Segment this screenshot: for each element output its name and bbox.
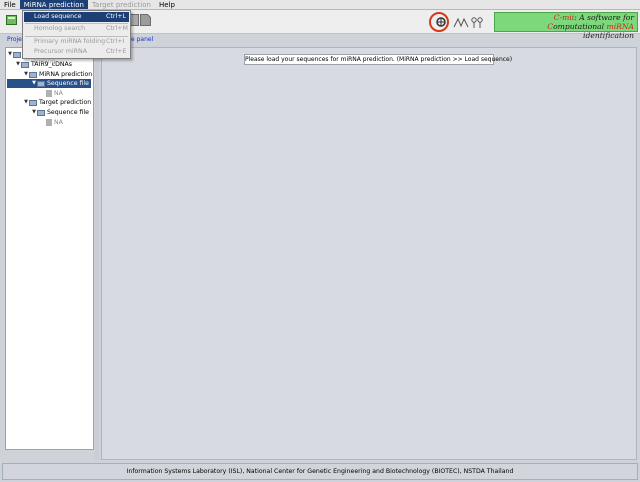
file-icon bbox=[46, 90, 52, 97]
tree-node-target-file-value[interactable]: NA bbox=[46, 118, 63, 127]
logo-title: C-mii bbox=[553, 13, 575, 22]
menu-item-label: Primary miRNA folding bbox=[34, 38, 106, 45]
tree-node-target-sequence-file[interactable]: ▼ Sequence file bbox=[31, 108, 89, 117]
folder-icon bbox=[13, 51, 21, 58]
tree-node-label: NA bbox=[54, 119, 63, 126]
menu-help-label: Help bbox=[158, 1, 175, 9]
folder-icon bbox=[21, 61, 29, 68]
tree-node-label: Target prediction bbox=[39, 99, 92, 106]
tree-node-target-prediction[interactable]: ▼ Target prediction bbox=[23, 98, 91, 107]
menu-file-label: File bbox=[4, 1, 16, 9]
tree-node-mirna-prediction[interactable]: ▼ MiRNA prediction bbox=[23, 70, 92, 79]
logo-subtitle-2a: omputational bbox=[553, 22, 607, 31]
folder-icon bbox=[37, 109, 45, 116]
folder-icon bbox=[29, 71, 37, 78]
menu-file[interactable]: File bbox=[0, 0, 20, 9]
menu-item-label: Homolog search bbox=[34, 25, 86, 32]
folder-icon bbox=[37, 80, 45, 87]
menu-item-shortcut: Ctrl+I bbox=[106, 38, 125, 45]
menubar: File MiRNA prediction Target prediction … bbox=[0, 0, 640, 10]
tree-node-label: NA bbox=[54, 90, 63, 97]
menu-item-primary-mirna-folding[interactable]: Primary miRNA folding Ctrl+I bbox=[24, 37, 129, 47]
logo-mirna: miRNA bbox=[606, 22, 634, 31]
cmii-logo-banner: C-mii: A software for Computational miRN… bbox=[494, 12, 638, 40]
menu-target-prediction[interactable]: Target prediction bbox=[88, 0, 155, 9]
tree-node-project-root[interactable]: ▼ bbox=[7, 50, 23, 59]
sequence-panel bbox=[101, 47, 637, 460]
tree-node-mirna-file-value[interactable]: NA bbox=[46, 89, 63, 98]
menu-item-load-sequence[interactable]: Load sequence Ctrl+L bbox=[24, 12, 129, 22]
menu-item-label: Load sequence bbox=[34, 13, 82, 20]
folder-icon bbox=[29, 99, 37, 106]
menu-item-precursor-mirna-folding[interactable]: Precursor miRNA folding Ctrl+E bbox=[24, 47, 129, 65]
mirna-prediction-dropdown: Load sequence Ctrl+L Homolog search Ctrl… bbox=[22, 10, 131, 65]
menu-item-label: Precursor miRNA folding bbox=[34, 48, 88, 65]
file-icon bbox=[46, 119, 52, 126]
menu-item-shortcut: Ctrl+E bbox=[106, 48, 127, 55]
document-icon[interactable] bbox=[140, 14, 151, 26]
tab-sequence-panel[interactable]: e panel bbox=[131, 36, 153, 43]
tab-project[interactable]: Proje bbox=[7, 36, 22, 43]
menu-item-shortcut: Ctrl+L bbox=[106, 13, 126, 20]
menu-mirna-prediction[interactable]: MiRNA prediction bbox=[19, 0, 88, 9]
tree-node-label: Sequence file bbox=[47, 80, 89, 87]
menu-mirna-prediction-label: MiRNA prediction bbox=[23, 1, 84, 9]
tree-node-mirna-sequence-file[interactable]: ▼ Sequence file bbox=[7, 79, 91, 88]
menu-item-homolog-search[interactable]: Homolog search Ctrl+M bbox=[24, 24, 129, 34]
status-bar: Information Systems Laboratory (ISL), Na… bbox=[2, 463, 638, 480]
tree-node-label: Sequence file bbox=[47, 109, 89, 116]
menu-item-shortcut: Ctrl+M bbox=[106, 25, 128, 32]
menu-target-prediction-label: Target prediction bbox=[91, 1, 151, 9]
tree-node-label: MiRNA prediction bbox=[39, 71, 93, 78]
logo-subtitle-1: : A software for bbox=[574, 13, 634, 22]
panel-splitter[interactable] bbox=[95, 47, 99, 460]
load-sequence-notice: Please load your sequences for miRNA pre… bbox=[244, 54, 513, 65]
open-project-icon[interactable] bbox=[6, 14, 17, 26]
menu-help[interactable]: Help bbox=[155, 0, 179, 9]
